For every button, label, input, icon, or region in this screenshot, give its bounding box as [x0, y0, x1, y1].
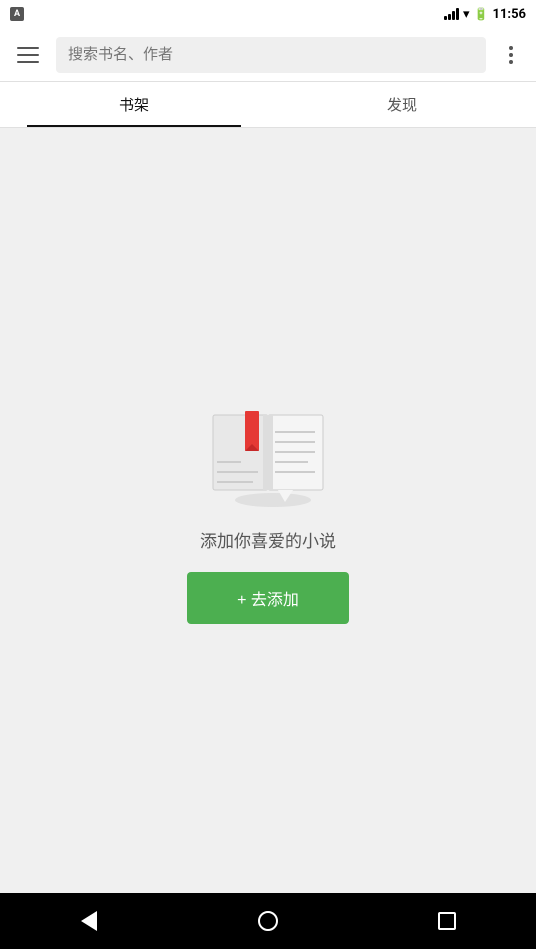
battery-icon: 🔋 [474, 7, 489, 21]
back-button[interactable] [64, 896, 114, 946]
menu-icon [17, 61, 39, 63]
status-bar-left: A [10, 7, 24, 21]
home-button[interactable] [243, 896, 293, 946]
status-time: 11:56 [493, 7, 527, 22]
app-icon: A [10, 7, 24, 21]
empty-state-text: 添加你喜爱的小说 [200, 527, 336, 552]
tab-discover[interactable]: 发现 [268, 82, 536, 127]
wifi-icon: ▾ [463, 7, 470, 22]
more-icon [509, 60, 513, 64]
more-button[interactable] [496, 37, 526, 73]
menu-icon [17, 54, 39, 56]
menu-button[interactable] [10, 37, 46, 73]
tab-bookshelf[interactable]: 书架 [0, 82, 268, 127]
recent-icon [438, 912, 456, 930]
home-icon [258, 911, 278, 931]
status-bar: A ▾ 🔋 11:56 [0, 0, 536, 28]
top-bar [0, 28, 536, 82]
add-book-button[interactable]: + 去添加 [187, 572, 349, 624]
book-illustration [203, 397, 333, 507]
status-bar-right: ▾ 🔋 11:56 [444, 7, 526, 22]
search-input[interactable] [56, 37, 486, 73]
more-icon [509, 53, 513, 57]
nav-bar [0, 893, 536, 949]
recent-button[interactable] [422, 896, 472, 946]
main-content: 添加你喜爱的小说 + 去添加 [0, 128, 536, 893]
more-icon [509, 46, 513, 50]
signal-icon [444, 8, 459, 20]
book-svg [203, 397, 333, 507]
back-icon [81, 911, 97, 931]
menu-icon [17, 47, 39, 49]
tabs: 书架 发现 [0, 82, 536, 128]
